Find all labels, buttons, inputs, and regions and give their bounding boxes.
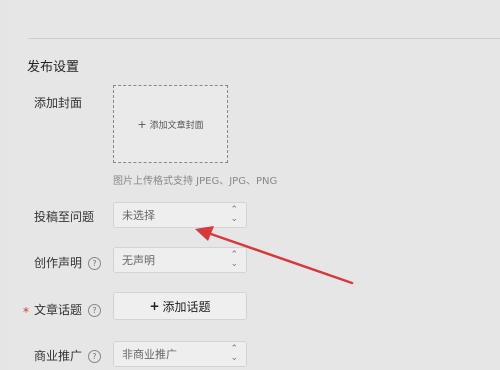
annotation-arrow [195,226,354,285]
